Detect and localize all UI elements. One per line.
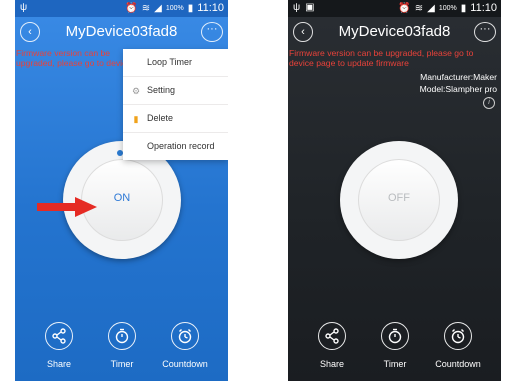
clock: 11:10 <box>470 2 497 14</box>
manufacturer-text: Manufacturer:Maker <box>420 72 497 82</box>
menu-item-setting[interactable]: ⚙ Setting <box>123 77 228 105</box>
menu-item-label: Loop Timer <box>147 57 193 67</box>
red-arrow-icon <box>37 197 97 217</box>
timer-button[interactable]: Timer <box>92 322 152 369</box>
battery-icon: ▮ <box>187 2 194 14</box>
bottom-actions: Share Timer Countdown <box>15 322 228 374</box>
more-options-button[interactable]: ··· <box>474 22 496 42</box>
page-title: MyDevice03fad8 <box>65 23 178 40</box>
stopwatch-icon <box>388 328 402 344</box>
status-bar: ψ ▣ ⏰ ≋ ◢ 100% ▮ 11:10 <box>288 0 501 17</box>
device-screen-on: ψ ⏰ ≋ ◢ 100% ▮ 11:10 ‹ MyDevice03fad8 ··… <box>15 0 228 381</box>
menu-item-operation-record[interactable]: Operation record <box>123 133 228 160</box>
signal-icon: ◢ <box>154 2 162 14</box>
timer-label: Timer <box>110 359 134 369</box>
countdown-label: Countdown <box>435 359 481 369</box>
power-button[interactable]: OFF <box>358 159 440 241</box>
alarm-icon: ⏰ <box>125 2 138 14</box>
usb-icon: ψ <box>20 2 28 13</box>
timer-label: Timer <box>383 359 407 369</box>
menu-item-delete[interactable]: ▮ Delete <box>123 105 228 133</box>
battery-icon: ▮ <box>460 2 467 14</box>
overflow-menu: Loop Timer ⚙ Setting ▮ Delete Operation … <box>123 49 228 160</box>
share-icon <box>52 328 66 344</box>
countdown-button[interactable]: Countdown <box>155 322 215 369</box>
share-button[interactable]: Share <box>302 322 362 369</box>
share-icon <box>325 328 339 344</box>
timer-button[interactable]: Timer <box>365 322 425 369</box>
usb-icon: ψ <box>293 2 301 13</box>
battery-percent: 100% <box>438 4 457 12</box>
share-label: Share <box>319 359 345 369</box>
menu-item-label: Setting <box>147 85 176 95</box>
stopwatch-icon <box>115 328 129 344</box>
wifi-icon: ≋ <box>141 2 151 14</box>
alarm-clock-icon <box>178 329 192 344</box>
device-screen-off: ψ ▣ ⏰ ≋ ◢ 100% ▮ 11:10 ‹ MyDevice03fad8 … <box>288 0 501 381</box>
alarm-icon: ⏰ <box>398 2 411 14</box>
info-icon[interactable]: i <box>483 97 495 109</box>
power-switch[interactable]: OFF <box>340 141 458 259</box>
status-bar: ψ ⏰ ≋ ◢ 100% ▮ 11:10 <box>15 0 228 17</box>
title-bar: ‹ MyDevice03fad8 ··· <box>288 17 501 47</box>
menu-item-label: Delete <box>147 113 174 123</box>
signal-icon: ◢ <box>427 2 435 14</box>
model-text: Model:Slampher pro <box>419 84 497 94</box>
more-options-button[interactable]: ··· <box>201 22 223 42</box>
firmware-warning[interactable]: Firmware version can be upgraded, please… <box>289 48 499 68</box>
share-label: Share <box>46 359 72 369</box>
wifi-icon: ≋ <box>414 2 424 14</box>
clock: 11:10 <box>197 2 224 14</box>
ellipsis-icon: ··· <box>206 23 218 35</box>
countdown-button[interactable]: Countdown <box>428 322 488 369</box>
countdown-label: Countdown <box>162 359 208 369</box>
bottom-actions: Share Timer Countdown <box>288 322 501 374</box>
firmware-warning[interactable]: Firmware version can be upgraded, please… <box>16 48 134 68</box>
battery-percent: 100% <box>165 4 184 12</box>
power-state-label: OFF <box>388 192 410 204</box>
image-icon: ▣ <box>305 2 315 13</box>
trash-icon: ▮ <box>133 113 139 124</box>
menu-item-loop-timer[interactable]: Loop Timer <box>123 49 228 77</box>
ellipsis-icon: ··· <box>479 23 491 35</box>
title-bar: ‹ MyDevice03fad8 ··· <box>15 17 228 47</box>
alarm-clock-icon <box>451 329 465 344</box>
share-button[interactable]: Share <box>29 322 89 369</box>
menu-item-label: Operation record <box>147 141 215 151</box>
page-title: MyDevice03fad8 <box>338 23 451 40</box>
gear-icon: ⚙ <box>131 85 141 96</box>
